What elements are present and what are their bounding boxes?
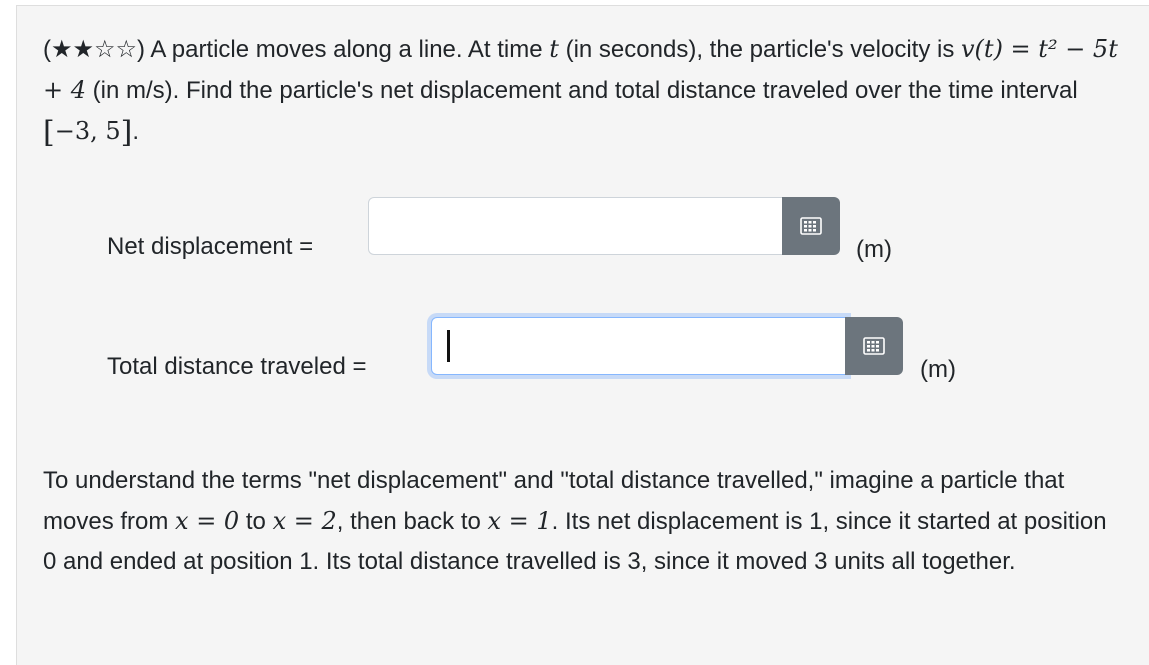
net-displacement-unit: (m) bbox=[856, 236, 892, 263]
net-displacement-label: Net displacement = bbox=[107, 233, 314, 260]
total-distance-unit: (m) bbox=[920, 356, 956, 383]
hint-text: To understand the terms "net displacemen… bbox=[43, 467, 1107, 575]
question-card: (★★☆☆) A particle moves along a line. At… bbox=[16, 5, 1149, 665]
time-variable: t bbox=[549, 35, 559, 63]
question-text: (★★☆☆) A particle moves along a line. At… bbox=[43, 35, 1118, 150]
total-distance-input[interactable] bbox=[431, 317, 847, 375]
text-caret bbox=[447, 330, 450, 362]
total-distance-keyboard-button[interactable] bbox=[845, 317, 903, 375]
keyboard-icon bbox=[800, 217, 822, 235]
keyboard-icon bbox=[863, 337, 885, 355]
net-displacement-input[interactable] bbox=[368, 197, 783, 255]
total-distance-label: Total distance traveled = bbox=[107, 353, 367, 380]
net-displacement-keyboard-button[interactable] bbox=[782, 197, 840, 255]
time-interval: −3, 5 bbox=[54, 117, 121, 145]
difficulty-stars: (★★☆☆) bbox=[43, 36, 146, 63]
